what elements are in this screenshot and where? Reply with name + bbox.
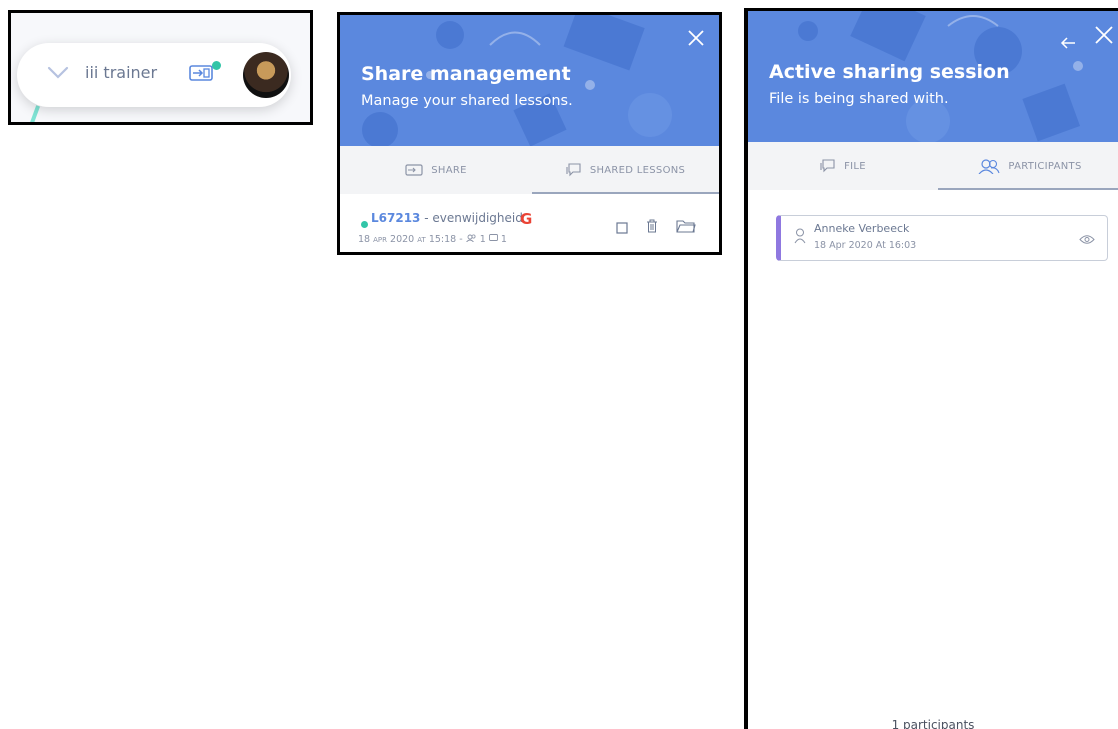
tab-share-label: SHARE <box>431 164 467 176</box>
notification-dot <box>212 61 221 70</box>
eye-icon[interactable] <box>1079 230 1095 249</box>
participants-icon <box>978 158 1000 174</box>
lesson-meta: 18 APR 2020 AT 15:18 - 1 1 <box>358 234 507 245</box>
panel-title: Active sharing session <box>769 61 1010 83</box>
lesson-date-day: 18 <box>358 234 371 245</box>
participant-joined: 18 Apr 2020 At 16:03 <box>814 240 917 251</box>
lesson-date-year: 2020 <box>390 234 415 245</box>
active-tab-underline <box>938 188 1118 190</box>
lesson-title[interactable]: L67213 - evenwijdigheid <box>371 211 523 225</box>
lesson-time: 15:18 <box>428 234 457 245</box>
active-session-header: Active sharing session File is being sha… <box>748 11 1118 142</box>
share-screen-icon[interactable] <box>189 65 213 85</box>
shared-lessons-icon <box>566 163 581 177</box>
participant-card[interactable]: Anneke Verbeeck 18 Apr 2020 At 16:03 <box>776 215 1108 261</box>
participants-count: 1 participants <box>891 718 975 729</box>
panel-title: Share management <box>361 63 571 85</box>
google-icon: G <box>520 210 533 228</box>
user-icon <box>794 228 806 248</box>
tab-shared-lessons[interactable]: SHARED LESSONS <box>532 146 719 194</box>
lesson-separator: - <box>420 211 433 225</box>
tab-file[interactable]: FILE <box>748 142 938 190</box>
share-management-panel: Share management Manage your shared less… <box>337 12 722 255</box>
tab-participants-label: PARTICIPANTS <box>1008 160 1082 172</box>
tab-shared-lessons-label: SHARED LESSONS <box>589 164 686 176</box>
close-icon[interactable] <box>1094 25 1114 49</box>
back-arrow-icon[interactable] <box>1060 35 1076 54</box>
message-count: 1 <box>500 234 507 245</box>
tab-file-label: FILE <box>844 160 866 172</box>
tab-participants[interactable]: PARTICIPANTS <box>938 142 1118 190</box>
participant-count: 1 <box>479 234 486 245</box>
user-pill[interactable]: iii trainer <box>17 43 291 107</box>
lesson-date-at: AT <box>417 236 426 244</box>
file-icon <box>820 159 835 173</box>
decorative-line <box>25 105 41 122</box>
share-tabs: SHARE SHARED LESSONS <box>340 146 719 194</box>
checkbox-icon[interactable] <box>616 219 628 238</box>
tab-share[interactable]: SHARE <box>340 146 532 194</box>
username-label: iii trainer <box>85 63 158 82</box>
participants-icon <box>465 234 476 243</box>
share-management-header: Share management Manage your shared less… <box>340 15 719 146</box>
panel-subtitle: Manage your shared lessons. <box>361 93 573 109</box>
active-session-panel: Active sharing session File is being sha… <box>744 8 1118 729</box>
session-tabs: FILE PARTICIPANTS <box>748 142 1118 190</box>
user-menu-panel: iii trainer <box>8 10 313 125</box>
lesson-date-month: APR <box>373 236 387 244</box>
message-icon <box>488 234 498 241</box>
lesson-code: L67213 <box>371 211 421 225</box>
chevron-down-icon[interactable] <box>47 65 69 84</box>
user-avatar[interactable] <box>243 52 289 98</box>
panel-subtitle: File is being shared with. <box>769 91 949 107</box>
lesson-row[interactable]: L67213 - evenwijdigheid G 18 APR 2020 AT… <box>340 194 719 252</box>
close-icon[interactable] <box>687 29 705 51</box>
status-dot <box>361 221 368 228</box>
folder-icon[interactable] <box>676 218 696 237</box>
share-screen-icon <box>405 164 423 176</box>
lesson-name: evenwijdigheid <box>432 211 523 225</box>
participant-name: Anneke Verbeeck <box>814 222 910 235</box>
trash-icon[interactable] <box>646 218 658 237</box>
